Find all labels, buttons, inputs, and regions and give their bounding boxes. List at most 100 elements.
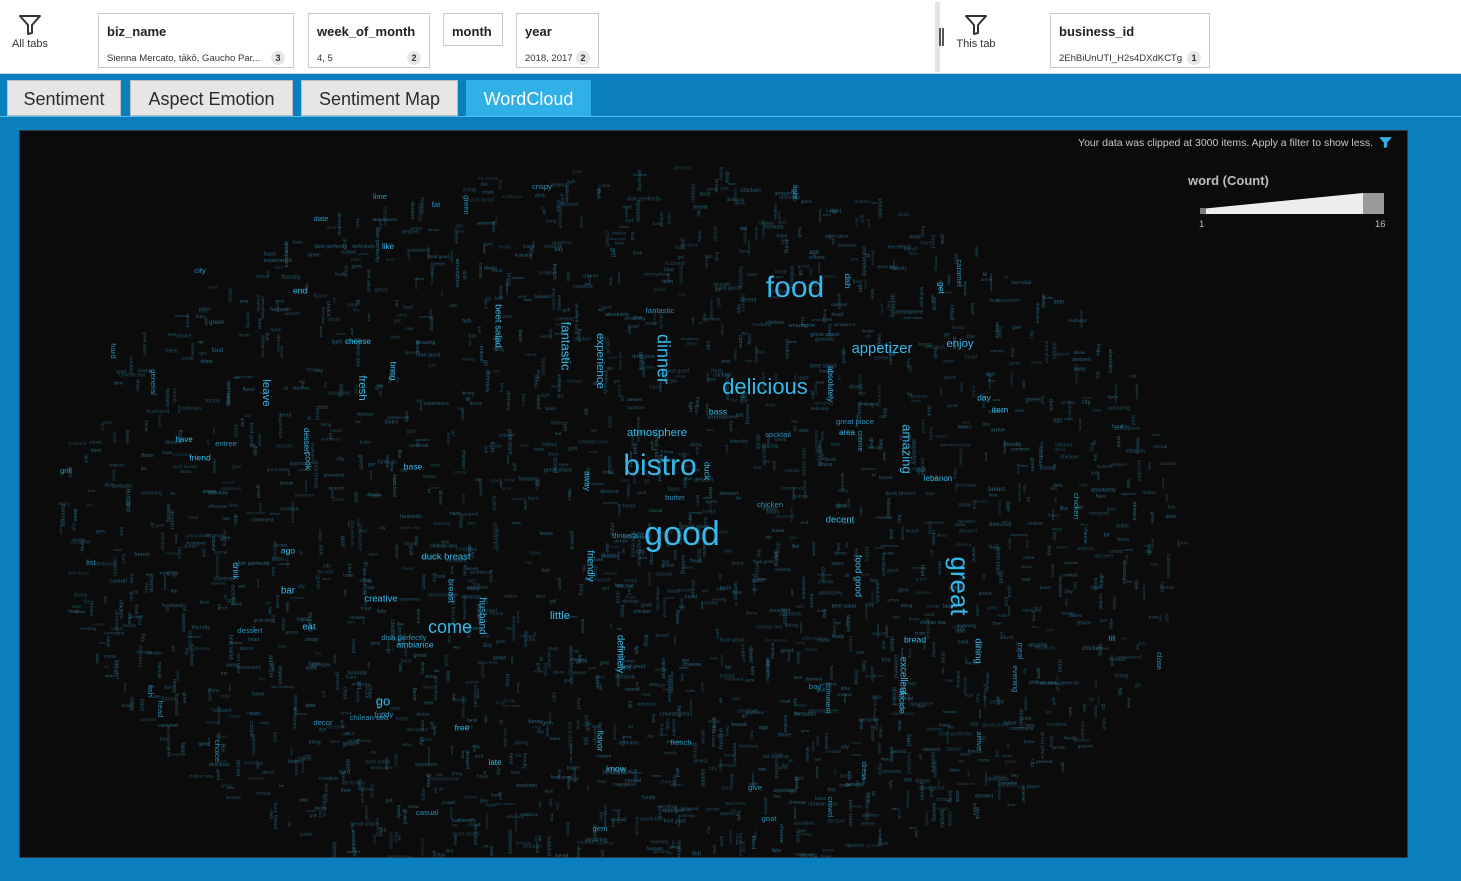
word-meal[interactable]: meal [1016, 643, 1025, 660]
word-fundy[interactable]: fundy [375, 710, 394, 719]
word-chicken[interactable]: chicken [1072, 493, 1081, 519]
word-breast[interactable]: breast [447, 579, 457, 603]
word-have[interactable]: have [175, 435, 193, 444]
word-crispy[interactable]: crispy [532, 182, 552, 191]
word-fill[interactable]: fill [1108, 634, 1116, 643]
word-cocktail[interactable]: cocktail [765, 430, 791, 439]
word-go[interactable]: go [376, 693, 391, 708]
word-choice[interactable]: choice [213, 740, 222, 762]
word-fantastic[interactable]: fantastic [559, 322, 574, 371]
tab-sentiment[interactable]: Sentiment [7, 80, 121, 116]
word-caramel[interactable]: caramel [955, 259, 964, 287]
word-late[interactable]: late [489, 758, 502, 767]
word-cheese[interactable]: cheese [345, 337, 371, 346]
tab-aspect-emotion[interactable]: Aspect Emotion [130, 80, 293, 116]
word-item[interactable]: item [992, 404, 1008, 414]
word-experience[interactable]: experience [594, 333, 606, 389]
word-amazing[interactable]: amazing [900, 424, 915, 474]
word-atmosphere[interactable]: atmosphere [627, 427, 687, 439]
word-general[interactable]: general [149, 369, 158, 395]
word-friend[interactable]: friend [189, 452, 211, 462]
all-tabs-filter-scope[interactable]: All tabs [0, 14, 60, 50]
word-enjoy[interactable]: enjoy [946, 338, 974, 350]
word-decide[interactable]: decide [898, 688, 908, 714]
filter-chip-business-id[interactable]: business_id 2EhBiUnUTI_H2s4DXdKCTg 1 [1050, 13, 1210, 68]
word-give[interactable]: give [748, 783, 762, 792]
word-date[interactable]: date [314, 214, 329, 223]
this-tab-filter-scope[interactable]: This tab [946, 14, 1006, 50]
word-grill[interactable]: grill [60, 466, 72, 475]
word-goat[interactable]: goat [762, 814, 778, 823]
word-food-good[interactable]: food good [852, 555, 863, 597]
filter-icon[interactable] [1379, 136, 1392, 149]
word-bass[interactable]: bass [709, 406, 727, 416]
word-end[interactable]: end [293, 285, 308, 295]
word-fat[interactable]: fat [432, 200, 441, 209]
word-definitely[interactable]: definitely [614, 635, 625, 673]
word-decor[interactable]: decor [313, 718, 333, 727]
word-little[interactable]: little [550, 610, 570, 622]
word-list[interactable]: list [86, 558, 96, 567]
word-lime[interactable]: lime [373, 192, 387, 201]
word-bread[interactable]: bread [904, 634, 926, 644]
word-light[interactable]: light [791, 185, 800, 200]
word-crowd[interactable]: crowd [826, 797, 835, 818]
word-come[interactable]: come [428, 617, 472, 637]
word-dish-perfectly[interactable]: dish perfectly [381, 633, 426, 642]
word-french[interactable]: french [670, 738, 691, 747]
word-creative[interactable]: creative [364, 594, 397, 605]
tab-sentiment-map[interactable]: Sentiment Map [301, 80, 458, 116]
word-hard[interactable]: hard [109, 343, 118, 358]
word-drink[interactable]: drink [231, 562, 240, 580]
word-dinner[interactable]: dinner [653, 334, 673, 384]
tab-wordcloud[interactable]: WordCloud [466, 80, 591, 116]
word-bar[interactable]: bar [281, 586, 296, 597]
word-great[interactable]: great [945, 556, 975, 616]
word-know[interactable]: know [606, 763, 627, 773]
word-ago[interactable]: ago [281, 545, 296, 555]
word-chicken[interactable]: chicken [757, 500, 783, 509]
word-casual[interactable]: casual [416, 808, 439, 817]
word-good[interactable]: good [644, 515, 720, 553]
word-great-place[interactable]: great place [836, 417, 874, 426]
word-bistro[interactable]: bistro [623, 449, 696, 482]
word-food[interactable]: food [766, 271, 824, 304]
word-fish[interactable]: fish [146, 685, 155, 697]
resize-grip[interactable] [939, 28, 945, 46]
word-away[interactable]: away [583, 471, 593, 492]
word-entree[interactable]: entree [215, 439, 237, 448]
word-duck[interactable]: duck [703, 462, 713, 481]
word-butter[interactable]: butter [665, 493, 685, 502]
word-arrive[interactable]: arrive [975, 731, 984, 750]
word-green[interactable]: green [462, 195, 471, 215]
word-head[interactable]: head [156, 700, 165, 717]
word-friendly[interactable]: friendly [584, 550, 595, 581]
word-cook[interactable]: cook [304, 452, 314, 471]
word-dinnera[interactable]: dinnera [612, 531, 638, 540]
word-lebanon[interactable]: lebanon [924, 474, 952, 483]
word-husband[interactable]: husband [476, 597, 487, 634]
word-get[interactable]: get [937, 282, 947, 295]
word-like[interactable]: like [382, 242, 395, 251]
word-duck-breast[interactable]: duck breast [421, 552, 470, 563]
word-leave[interactable]: leave [260, 379, 272, 406]
word-delicious[interactable]: delicious [722, 374, 808, 399]
word-evening[interactable]: evening [1011, 666, 1020, 693]
word-dessert[interactable]: dessert [237, 626, 263, 635]
word-beet-salad[interactable]: beet salad [492, 304, 503, 348]
word-base[interactable]: base [404, 461, 423, 471]
word-free[interactable]: free [455, 722, 470, 732]
word-decent[interactable]: decent [826, 515, 855, 526]
word-bring[interactable]: bring [389, 361, 399, 380]
word-dining[interactable]: dining [972, 638, 983, 663]
word-comment[interactable]: comment [824, 682, 833, 714]
word-close[interactable]: close [1155, 652, 1164, 670]
filter-chip-week-of-month[interactable]: week_of_month 4, 5 2 [308, 13, 430, 68]
word-eat[interactable]: eat [302, 622, 316, 633]
word-fresh[interactable]: fresh [356, 375, 368, 400]
word-appetizer[interactable]: appetizer [852, 341, 913, 357]
filter-chip-biz-name[interactable]: biz_name Sienna Mercato, tākō, Gaucho Pa… [98, 13, 294, 68]
word-dress[interactable]: dress [860, 762, 869, 781]
word-dessert[interactable]: dessert [302, 428, 311, 455]
filter-chip-month[interactable]: month [443, 13, 503, 46]
